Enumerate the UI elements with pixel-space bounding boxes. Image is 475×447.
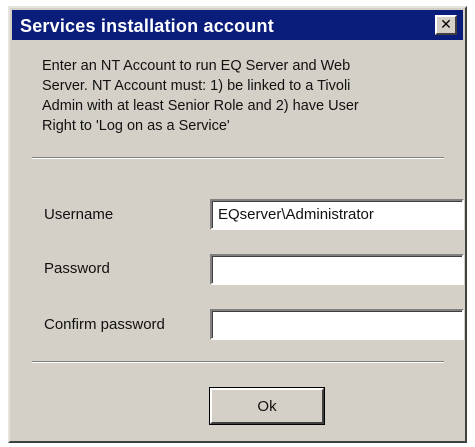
separator-bottom <box>32 361 444 363</box>
ok-button[interactable]: Ok <box>210 388 324 424</box>
close-button[interactable]: ✕ <box>435 15 457 35</box>
instructions-line: Right to 'Log on as a Service' <box>42 118 230 134</box>
username-field[interactable] <box>210 199 464 230</box>
separator-top <box>32 157 444 159</box>
close-icon: ✕ <box>440 17 452 33</box>
password-label: Password <box>44 260 110 277</box>
title-bar[interactable]: Services installation account ✕ <box>12 10 463 40</box>
username-label: Username <box>44 206 114 223</box>
instructions-line: Server. NT Account must: 1) be linked to… <box>42 78 351 94</box>
confirm-password-field[interactable] <box>210 309 464 340</box>
instructions-text: Enter an NT Account to run EQ Server and… <box>42 56 452 136</box>
dialog-window: Services installation account ✕ Enter an… <box>8 6 467 443</box>
dialog-title: Services installation account <box>20 16 274 36</box>
instructions-line: Enter an NT Account to run EQ Server and… <box>42 58 351 74</box>
instructions-line: Admin with at least Senior Role and 2) h… <box>42 98 359 114</box>
confirm-password-label: Confirm password <box>44 316 165 333</box>
password-field[interactable] <box>210 254 464 285</box>
